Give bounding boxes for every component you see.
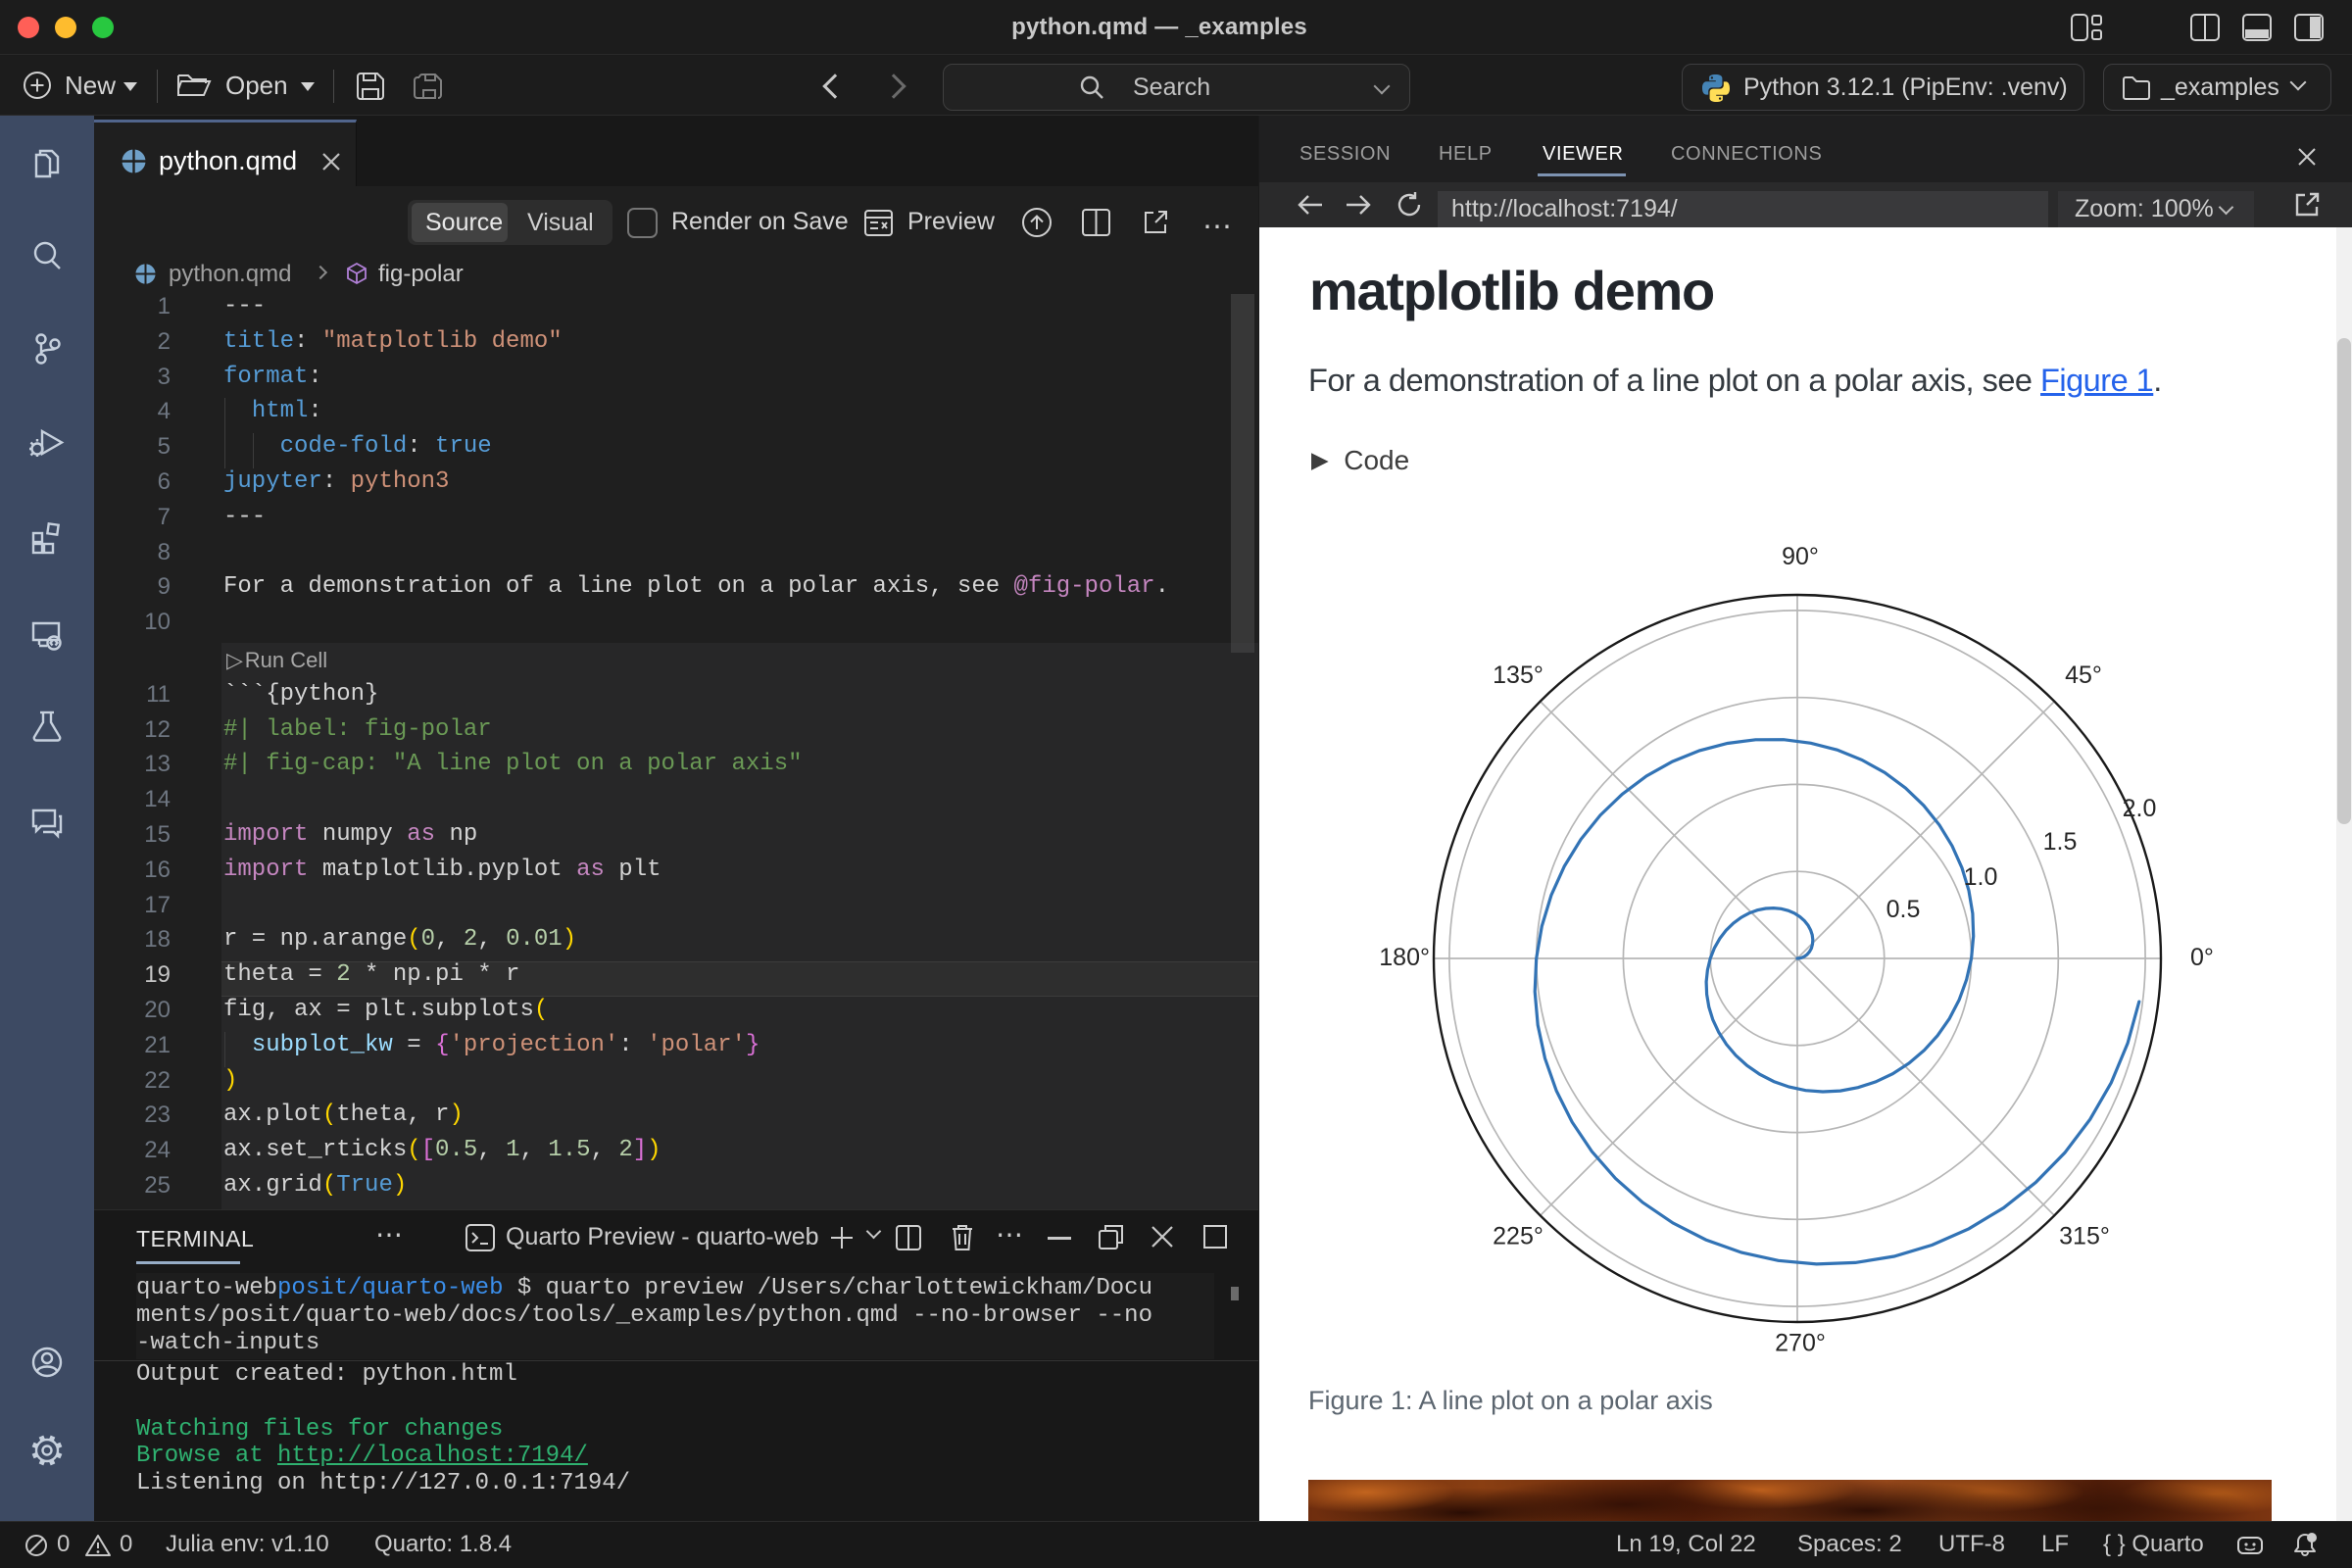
svg-text:0.5: 0.5: [1886, 896, 1921, 923]
svg-text:2.0: 2.0: [2123, 795, 2157, 822]
svg-text:0°: 0°: [2190, 944, 2214, 971]
svg-text:315°: 315°: [2059, 1223, 2110, 1250]
svg-text:45°: 45°: [2065, 662, 2102, 689]
svg-text:135°: 135°: [1493, 662, 1544, 689]
svg-text:180°: 180°: [1379, 944, 1430, 971]
svg-text:225°: 225°: [1493, 1223, 1544, 1250]
svg-text:270°: 270°: [1775, 1330, 1826, 1357]
svg-text:1.5: 1.5: [2043, 828, 2078, 856]
svg-text:90°: 90°: [1782, 543, 1819, 570]
svg-text:1.0: 1.0: [1964, 863, 1998, 891]
